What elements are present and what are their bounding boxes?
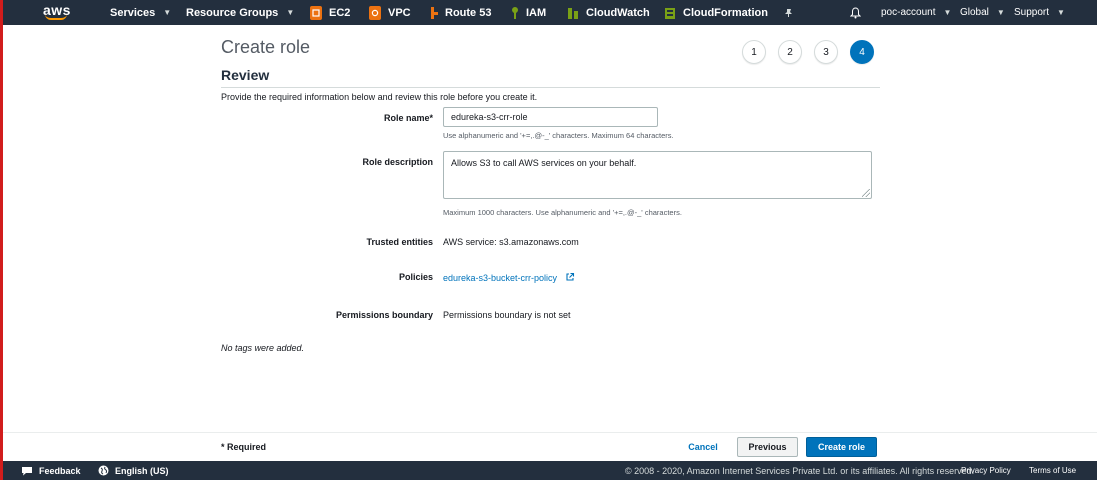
chevron-down-icon: ▼ xyxy=(996,8,1005,17)
role-name-hint: Use alphanumeric and '+=,.@-_' character… xyxy=(443,131,674,140)
feedback-label: Feedback xyxy=(39,465,81,476)
aws-logo[interactable]: aws xyxy=(43,0,71,25)
privacy-policy-link[interactable]: Privacy Policy xyxy=(961,461,1011,480)
policies-value: edureka-s3-bucket-crr-policy xyxy=(443,272,575,284)
bell-icon[interactable] xyxy=(850,0,861,25)
pinned-iam[interactable]: IAM xyxy=(511,0,546,25)
iam-icon xyxy=(511,6,519,20)
support-menu[interactable]: Support ▼ xyxy=(1014,0,1065,25)
region-label: Global xyxy=(960,7,989,18)
pinned-vpc[interactable]: VPC xyxy=(369,0,411,25)
top-navigation: aws Services ▼ Resource Groups ▼ EC2 VPC… xyxy=(0,0,1097,25)
intro-text: Provide the required information below a… xyxy=(221,92,538,102)
pin-icon[interactable] xyxy=(784,0,794,25)
support-label: Support xyxy=(1014,7,1050,18)
role-description-hint: Maximum 1000 characters. Use alphanumeri… xyxy=(443,208,682,217)
cloudwatch-icon xyxy=(567,6,579,20)
chevron-down-icon: ▼ xyxy=(286,8,295,17)
resource-groups-label: Resource Groups xyxy=(186,6,279,19)
required-note: * Required xyxy=(221,442,267,452)
wizard-step-3[interactable]: 3 xyxy=(814,40,838,64)
copyright-text: © 2008 - 2020, Amazon Internet Services … xyxy=(625,465,975,476)
permissions-boundary-value: Permissions boundary is not set xyxy=(443,310,571,320)
services-menu[interactable]: Services ▼ xyxy=(110,0,171,25)
speech-bubble-icon xyxy=(21,466,33,476)
policies-label: Policies xyxy=(398,272,433,282)
globe-icon xyxy=(98,465,109,476)
resource-groups-menu[interactable]: Resource Groups ▼ xyxy=(186,0,294,25)
actions-divider xyxy=(3,432,1097,433)
permissions-boundary-label: Permissions boundary xyxy=(335,310,433,320)
feedback-link[interactable]: Feedback xyxy=(21,461,81,480)
region-menu[interactable]: Global ▼ xyxy=(960,0,1005,25)
pinned-cloudwatch-label: CloudWatch xyxy=(586,6,650,19)
terms-of-use-link[interactable]: Terms of Use xyxy=(1029,461,1076,480)
pinned-ec2[interactable]: EC2 xyxy=(310,0,350,25)
cloudformation-icon xyxy=(664,6,676,20)
pinned-cloudwatch[interactable]: CloudWatch xyxy=(567,0,650,25)
create-role-button[interactable]: Create role xyxy=(806,437,877,457)
previous-button[interactable]: Previous xyxy=(737,437,798,457)
pinned-ec2-label: EC2 xyxy=(329,6,351,19)
resize-handle-icon[interactable] xyxy=(862,189,870,197)
chevron-down-icon: ▼ xyxy=(1057,8,1065,17)
pinned-route53-label: Route 53 xyxy=(445,6,492,19)
chevron-down-icon: ▼ xyxy=(163,8,172,17)
role-name-label: Role name* xyxy=(383,113,433,123)
wizard-step-1[interactable]: 1 xyxy=(742,40,766,64)
vpc-icon xyxy=(369,5,381,20)
services-label: Services xyxy=(110,6,156,19)
cancel-button[interactable]: Cancel xyxy=(678,437,728,457)
pinned-cloudformation-label: CloudFormation xyxy=(683,6,768,19)
external-link-icon[interactable] xyxy=(565,272,575,284)
no-tags-text: No tags were added. xyxy=(221,343,305,353)
wizard-step-2[interactable]: 2 xyxy=(778,40,802,64)
language-label: English (US) xyxy=(115,465,169,476)
page-title: Create role xyxy=(221,37,311,57)
route53-icon xyxy=(428,6,438,20)
aws-smile-icon xyxy=(45,14,67,20)
window-edge xyxy=(0,0,3,480)
pinned-vpc-label: VPC xyxy=(388,6,411,19)
role-name-input[interactable] xyxy=(443,107,658,127)
role-description-label: Role description xyxy=(362,157,433,167)
account-label: poc-account xyxy=(881,7,936,18)
wizard-step-4: 4 xyxy=(850,40,874,64)
console-footer: Feedback English (US) © 2008 - 2020, Ama… xyxy=(0,461,1097,480)
pinned-cloudformation[interactable]: CloudFormation xyxy=(664,0,768,25)
role-description-textarea[interactable]: Allows S3 to call AWS services on your b… xyxy=(443,151,872,199)
policy-link[interactable]: edureka-s3-bucket-crr-policy xyxy=(443,273,557,283)
ec2-icon xyxy=(310,5,322,20)
language-selector[interactable]: English (US) xyxy=(98,461,169,480)
pinned-route53[interactable]: Route 53 xyxy=(428,0,491,25)
section-title: Review xyxy=(221,67,270,83)
trusted-entities-value: AWS service: s3.amazonaws.com xyxy=(443,237,579,247)
chevron-down-icon: ▼ xyxy=(943,8,952,17)
account-menu[interactable]: poc-account ▼ xyxy=(881,0,951,25)
section-divider xyxy=(221,87,880,88)
pinned-iam-label: IAM xyxy=(526,6,547,19)
trusted-entities-label: Trusted entities xyxy=(366,237,433,247)
